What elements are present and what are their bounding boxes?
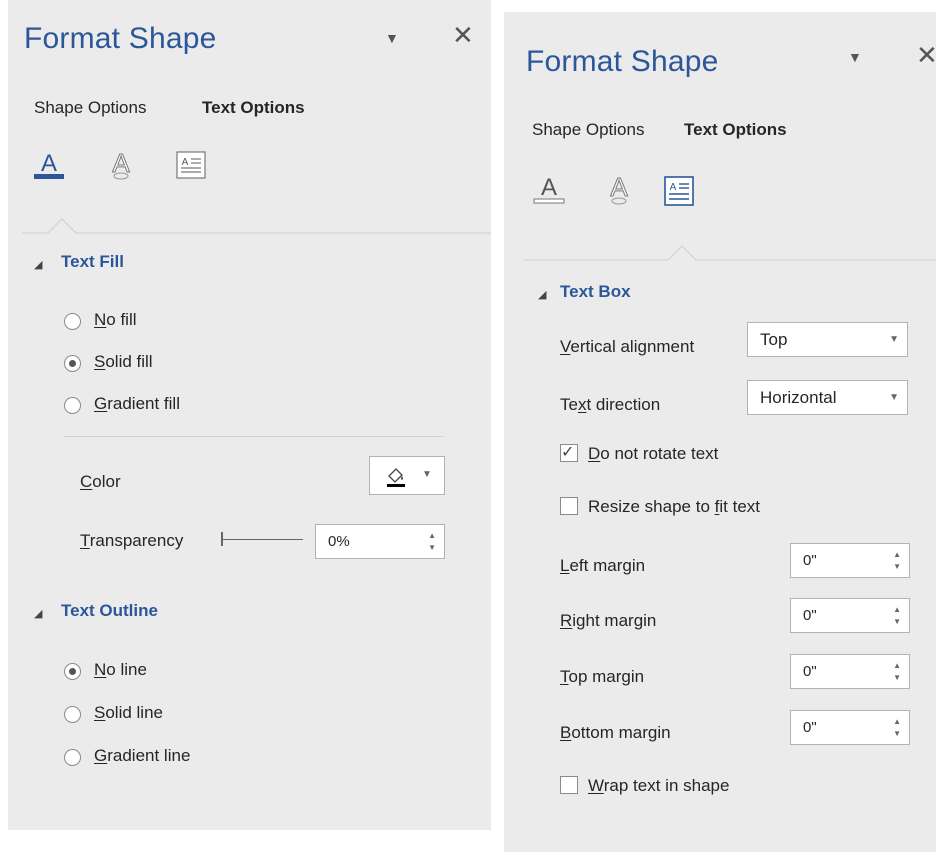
text-direction-value[interactable]: Horizontal [760, 388, 837, 408]
radio-gradient-fill[interactable] [64, 397, 81, 414]
section-text-outline[interactable]: Text Outline [61, 601, 158, 621]
format-shape-pane-right: Format Shape ▼ ✕ Shape Options Text Opti… [504, 12, 936, 852]
textbox-icon[interactable]: A [664, 176, 694, 206]
textbox-icon[interactable]: A [176, 151, 206, 179]
label-gradient-fill[interactable]: Gradient fill [94, 394, 180, 414]
spin-up-icon[interactable]: ▲ [428, 532, 436, 540]
spin-down-icon[interactable]: ▼ [893, 563, 901, 571]
label-gradient-line[interactable]: Gradient line [94, 746, 190, 766]
bottom-margin-spinner[interactable]: 0" ▲ ▼ [790, 710, 910, 745]
top-margin-spinner[interactable]: 0" ▲ ▼ [790, 654, 910, 689]
svg-text:A: A [610, 172, 628, 202]
text-effects-icon[interactable]: A [106, 148, 136, 182]
transparency-spinner[interactable]: 0% ▲ ▼ [315, 524, 445, 559]
collapse-triangle-icon[interactable]: ◢ [538, 288, 546, 301]
close-icon[interactable]: ✕ [916, 42, 936, 68]
chevron-down-icon[interactable]: ▼ [889, 392, 899, 403]
vertical-alignment-value[interactable]: Top [760, 330, 787, 350]
label-top-margin: Top margin [560, 667, 645, 686]
spin-up-icon[interactable]: ▲ [893, 551, 901, 559]
text-effects-icon[interactable]: A [604, 172, 634, 208]
divider [64, 436, 444, 437]
svg-text:A: A [670, 182, 677, 193]
slider-track[interactable] [223, 539, 303, 540]
transparency-value[interactable]: 0% [328, 533, 350, 550]
checkmark-icon: ✓ [561, 444, 575, 461]
label-text-direction: Text direction [560, 395, 661, 414]
spin-down-icon[interactable]: ▼ [893, 674, 901, 682]
label-no-fill[interactable]: No fill [94, 310, 137, 330]
label-do-not-rotate[interactable]: Do not rotate text [588, 444, 718, 464]
collapse-triangle-icon[interactable]: ◢ [34, 258, 42, 271]
label-bottom-margin: Bottom margin [560, 723, 671, 742]
tab-text-options[interactable]: Text Options [202, 98, 305, 118]
checkbox-do-not-rotate[interactable]: ✓ [560, 444, 578, 462]
label-solid-fill[interactable]: Solid fill [94, 352, 153, 372]
svg-text:A: A [182, 157, 189, 168]
section-text-box[interactable]: Text Box [560, 282, 631, 302]
bottom-margin-value[interactable]: 0" [803, 719, 817, 736]
format-shape-pane-left: Format Shape ▼ ✕ Shape Options Text Opti… [8, 0, 491, 830]
left-margin-value[interactable]: 0" [803, 552, 817, 569]
text-direction-dropdown[interactable]: Horizontal ▼ [747, 380, 908, 415]
spin-up-icon[interactable]: ▲ [893, 718, 901, 726]
pane-options-dropdown-icon[interactable]: ▼ [385, 30, 399, 46]
spin-down-icon[interactable]: ▼ [893, 618, 901, 626]
color-picker-button[interactable]: ▼ [369, 456, 445, 495]
radio-no-fill[interactable] [64, 313, 81, 330]
label-no-line[interactable]: No line [94, 660, 147, 680]
section-text-fill[interactable]: Text Fill [61, 252, 124, 272]
text-fill-outline-icon[interactable]: A [532, 172, 566, 206]
vertical-alignment-dropdown[interactable]: Top ▼ [747, 322, 908, 357]
checkbox-resize-shape[interactable] [560, 497, 578, 515]
spin-up-icon[interactable]: ▲ [893, 662, 901, 670]
label-right-margin: Right margin [560, 611, 657, 630]
spin-up-icon[interactable]: ▲ [893, 606, 901, 614]
close-icon[interactable]: ✕ [452, 22, 474, 48]
label-vertical-alignment: Vertical alignment [560, 337, 695, 356]
left-margin-spinner[interactable]: 0" ▲ ▼ [790, 543, 910, 578]
spin-down-icon[interactable]: ▼ [428, 544, 436, 552]
active-tab-pointer [524, 245, 936, 261]
label-transparency: Transparency [80, 531, 184, 550]
checkbox-wrap-text[interactable] [560, 776, 578, 794]
paint-bucket-icon [387, 468, 405, 487]
tab-shape-options[interactable]: Shape Options [532, 120, 644, 140]
radio-solid-line[interactable] [64, 706, 81, 723]
transparency-slider[interactable] [221, 532, 303, 546]
chevron-down-icon[interactable]: ▼ [889, 334, 899, 345]
pane-title: Format Shape [526, 45, 719, 78]
text-fill-outline-icon[interactable]: A [32, 148, 66, 182]
label-wrap-text[interactable]: Wrap text in shape [588, 776, 729, 796]
radio-no-line[interactable] [64, 663, 81, 680]
radio-solid-fill[interactable] [64, 355, 81, 372]
pane-title: Format Shape [24, 22, 217, 55]
label-color: Color [80, 472, 121, 491]
radio-gradient-line[interactable] [64, 749, 81, 766]
pane-options-dropdown-icon[interactable]: ▼ [848, 49, 862, 65]
right-margin-spinner[interactable]: 0" ▲ ▼ [790, 598, 910, 633]
label-solid-line[interactable]: Solid line [94, 703, 163, 723]
collapse-triangle-icon[interactable]: ◢ [34, 607, 42, 620]
label-left-margin: Left margin [560, 556, 646, 575]
svg-text:A: A [41, 150, 57, 177]
tab-shape-options[interactable]: Shape Options [34, 98, 146, 118]
svg-text:A: A [541, 174, 557, 201]
tab-text-options[interactable]: Text Options [684, 120, 787, 140]
spin-down-icon[interactable]: ▼ [893, 730, 901, 738]
top-margin-value[interactable]: 0" [803, 663, 817, 680]
chevron-down-icon: ▼ [422, 469, 432, 480]
label-resize-shape[interactable]: Resize shape to fit text [588, 497, 760, 517]
active-tab-pointer [22, 218, 491, 234]
right-margin-value[interactable]: 0" [803, 607, 817, 624]
